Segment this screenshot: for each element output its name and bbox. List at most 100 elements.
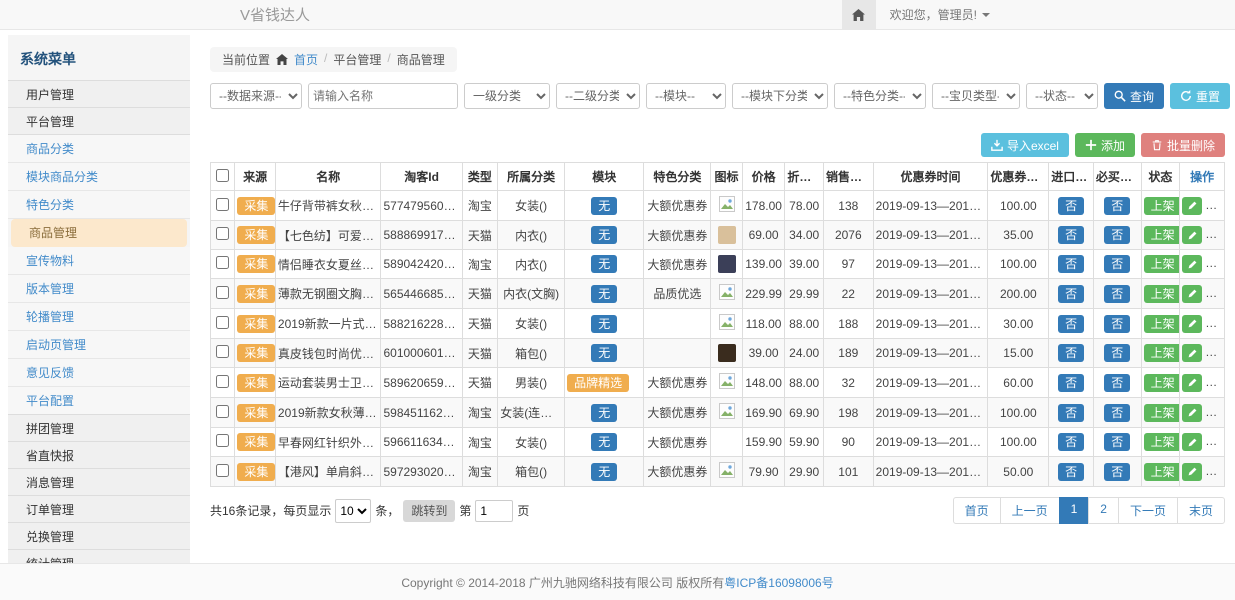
edit-button[interactable] — [1182, 315, 1202, 333]
sidebar-item[interactable]: 拼团管理 — [8, 414, 190, 442]
must-buy-badge[interactable]: 否 — [1104, 285, 1130, 303]
must-buy-badge[interactable]: 否 — [1104, 197, 1130, 215]
sidebar-item[interactable]: 订单管理 — [8, 495, 190, 523]
filter-select[interactable]: --状态-- — [1026, 83, 1098, 109]
imported-badge[interactable]: 否 — [1058, 463, 1084, 481]
must-buy-badge[interactable]: 否 — [1104, 255, 1130, 273]
edit-button[interactable] — [1182, 404, 1202, 422]
filter-select[interactable]: 一级分类 — [464, 83, 550, 109]
sidebar-item[interactable]: 轮播管理 — [8, 303, 190, 331]
status-badge[interactable]: 上架 — [1144, 197, 1180, 215]
status-badge[interactable]: 上架 — [1144, 404, 1180, 422]
page-button[interactable]: 上一页 — [1000, 497, 1060, 524]
filter-select[interactable]: --数据来源-- — [210, 83, 302, 109]
column-header: 类型 — [462, 163, 498, 191]
filter-select[interactable]: --特色分类-- — [834, 83, 926, 109]
name-filter-input[interactable] — [308, 83, 458, 109]
icp-link[interactable]: 粤ICP备16098006号 — [724, 574, 833, 591]
sidebar-item[interactable]: 省直快报 — [8, 441, 190, 469]
sidebar-item[interactable]: 版本管理 — [8, 275, 190, 303]
status-badge[interactable]: 上架 — [1144, 374, 1180, 392]
edit-button[interactable] — [1182, 374, 1202, 392]
row-checkbox[interactable] — [216, 375, 229, 388]
filter-select[interactable]: --模块下分类-- — [732, 83, 828, 109]
sidebar-item[interactable]: 商品分类 — [8, 135, 190, 163]
breadcrumb-item[interactable]: 平台管理 — [333, 51, 381, 68]
must-buy-badge[interactable]: 否 — [1104, 374, 1130, 392]
sidebar-item[interactable]: 商品管理 — [11, 219, 187, 247]
edit-button[interactable] — [1182, 463, 1202, 481]
imported-badge[interactable]: 否 — [1058, 255, 1084, 273]
edit-button[interactable] — [1182, 285, 1202, 303]
status-badge[interactable]: 上架 — [1144, 315, 1180, 333]
must-buy-badge[interactable]: 否 — [1104, 226, 1130, 244]
row-checkbox[interactable] — [216, 316, 229, 329]
row-checkbox[interactable] — [216, 464, 229, 477]
row-checkbox[interactable] — [216, 286, 229, 299]
row-checkbox[interactable] — [216, 434, 229, 447]
imported-badge[interactable]: 否 — [1058, 374, 1084, 392]
must-buy-badge[interactable]: 否 — [1104, 315, 1130, 333]
imported-badge[interactable]: 否 — [1058, 285, 1084, 303]
filter-select[interactable]: --宝贝类型-- — [932, 83, 1020, 109]
page-button[interactable]: 1 — [1059, 497, 1090, 524]
imported-badge[interactable]: 否 — [1058, 404, 1084, 422]
status-badge[interactable]: 上架 — [1144, 344, 1180, 362]
imported-badge[interactable]: 否 — [1058, 433, 1084, 451]
home-button[interactable] — [842, 0, 876, 30]
breadcrumb-item[interactable]: 商品管理 — [397, 51, 445, 68]
row-checkbox[interactable] — [216, 345, 229, 358]
must-buy-badge[interactable]: 否 — [1104, 404, 1130, 422]
edit-button[interactable] — [1182, 197, 1202, 215]
edit-button[interactable] — [1182, 255, 1202, 273]
sidebar-item[interactable]: 宣传物料 — [8, 247, 190, 275]
imported-badge[interactable]: 否 — [1058, 315, 1084, 333]
status-badge[interactable]: 上架 — [1144, 433, 1180, 451]
row-checkbox[interactable] — [216, 198, 229, 211]
sidebar-item[interactable]: 用户管理 — [8, 80, 190, 108]
search-button[interactable]: 查询 — [1104, 83, 1164, 109]
sidebar-item[interactable]: 平台管理 — [8, 107, 190, 135]
status-badge[interactable]: 上架 — [1144, 226, 1180, 244]
sidebar-item[interactable]: 平台配置 — [8, 387, 190, 415]
breadcrumb-prefix: 当前位置 — [222, 51, 270, 68]
sidebar-item[interactable]: 消息管理 — [8, 468, 190, 496]
reset-button[interactable]: 重置 — [1170, 83, 1230, 109]
import-excel-button[interactable]: 导入excel — [981, 133, 1069, 157]
jump-page-input[interactable] — [475, 500, 513, 522]
per-page-select[interactable]: 10 — [335, 499, 371, 523]
sidebar-item[interactable]: 特色分类 — [8, 191, 190, 219]
imported-badge[interactable]: 否 — [1058, 226, 1084, 244]
type-cell: 天猫 — [462, 339, 498, 368]
sidebar-item[interactable]: 意见反馈 — [8, 359, 190, 387]
edit-button[interactable] — [1182, 433, 1202, 451]
row-checkbox[interactable] — [216, 227, 229, 240]
status-badge[interactable]: 上架 — [1144, 255, 1180, 273]
page-button[interactable]: 末页 — [1177, 497, 1225, 524]
add-button[interactable]: 添加 — [1075, 133, 1135, 157]
must-buy-badge[interactable]: 否 — [1104, 433, 1130, 451]
filter-select[interactable]: --模块-- — [646, 83, 726, 109]
status-badge[interactable]: 上架 — [1144, 463, 1180, 481]
edit-button[interactable] — [1182, 226, 1202, 244]
must-buy-badge[interactable]: 否 — [1104, 463, 1130, 481]
page-button[interactable]: 首页 — [953, 497, 1001, 524]
select-all-checkbox[interactable] — [216, 169, 229, 182]
status-badge[interactable]: 上架 — [1144, 285, 1180, 303]
edit-button[interactable] — [1182, 344, 1202, 362]
batch-delete-button[interactable]: 批量删除 — [1141, 133, 1225, 157]
must-buy-badge[interactable]: 否 — [1104, 344, 1130, 362]
page-button[interactable]: 下一页 — [1118, 497, 1178, 524]
user-menu[interactable]: 欢迎您，管理员! — [890, 6, 990, 23]
imported-badge[interactable]: 否 — [1058, 344, 1084, 362]
sidebar-item[interactable]: 兑换管理 — [8, 522, 190, 550]
page-button[interactable]: 2 — [1088, 497, 1119, 524]
sidebar-item[interactable]: 模块商品分类 — [8, 163, 190, 191]
sidebar-item[interactable]: 启动页管理 — [8, 331, 190, 359]
filter-select[interactable]: --二级分类-- — [556, 83, 640, 109]
jump-button[interactable]: 跳转到 — [403, 500, 455, 522]
row-checkbox[interactable] — [216, 256, 229, 269]
row-checkbox[interactable] — [216, 405, 229, 418]
imported-badge[interactable]: 否 — [1058, 197, 1084, 215]
breadcrumb-home-link[interactable]: 首页 — [294, 51, 318, 68]
